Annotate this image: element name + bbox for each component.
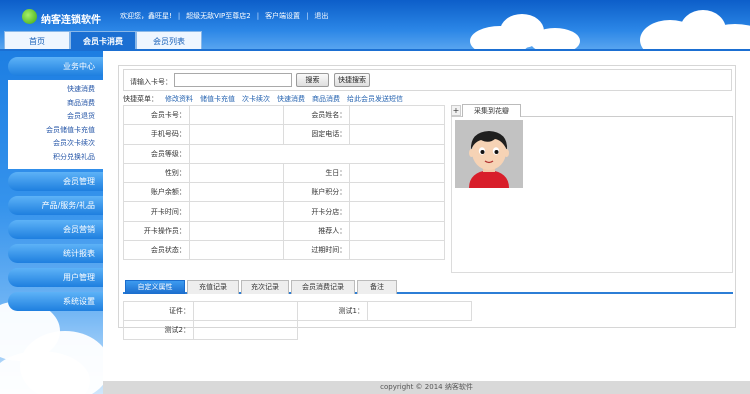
gender-value [188,162,285,184]
app-title: 纳客连锁软件 [41,15,101,26]
member-name-value [349,104,445,126]
card-no-label: 会员卡号： [123,104,190,126]
sidebar-item-member-return[interactable]: 会员退货 [8,110,103,124]
tab-recharge-records[interactable]: 充值记录 [187,280,239,294]
birthday-label: 生日： [283,162,351,184]
level-value [188,143,446,164]
logo-icon [22,9,37,24]
quick-link-stored-recharge[interactable]: 储值卡充值 [200,95,235,103]
logout-link[interactable]: 退出 [314,12,328,20]
tab-member-list[interactable]: 会员列表 [136,31,202,50]
top-info-bar: 欢迎您，鑫旺星! | 超级无敌VIP至尊店2 | 客户端设置 | 退出 [120,11,334,21]
tab-card-consume[interactable]: 会员卡消费 [70,31,136,50]
separator: | [306,12,309,20]
quick-link-edit-profile[interactable]: 修改资料 [165,95,193,103]
business-submenu: 快速消费 商品消费 会员退货 会员储值卡充值 会员次卡续次 积分兑换礼品 [8,80,103,169]
test2-label: 测试2： [123,320,194,340]
tab-times-records[interactable]: 充次记录 [241,280,289,294]
phone-value [188,124,285,145]
test1-label: 测试1： [297,301,368,321]
member-panel: 请输入卡号： 搜索 快捷搜索 快捷菜单： 修改资料 储值卡充值 次卡续次 快速消费 商品消… [118,65,736,340]
search-bar: 请输入卡号： 搜索 快捷搜索 [123,69,732,91]
operator-value [188,220,285,242]
referrer-value [349,220,445,242]
sidebar-user-management[interactable]: 用户管理 [8,268,103,287]
member-name-label: 会员姓名： [283,104,351,126]
cloud-decoration [530,28,580,50]
quick-search-button[interactable]: 快捷搜索 [334,73,370,87]
sidebar-business-center[interactable]: 业务中心 [8,57,103,76]
test2-value [193,320,298,340]
test1-value [367,301,472,321]
operator-label: 开卡操作员： [123,220,190,242]
tab-remarks[interactable]: 备注 [357,280,397,294]
sidebar-item-goods-consume[interactable]: 商品消费 [8,97,103,111]
tab-home[interactable]: 首页 [4,31,70,50]
sidebar-system-settings[interactable]: 系统设置 [8,292,103,311]
search-button[interactable]: 搜索 [296,73,329,87]
tab-custom-attributes[interactable]: 自定义属性 [125,280,185,294]
photo-tab[interactable]: 采集到花瓣 [462,104,521,117]
sidebar: 业务中心 快速消费 商品消费 会员退货 会员储值卡充值 会员次卡续次 积分兑换礼… [0,51,103,394]
header: 纳客连锁软件 欢迎您，鑫旺星! | 超级无敌VIP至尊店2 | 客户端设置 | 退出 首页 … [0,0,750,50]
quick-menu: 快捷菜单： 修改资料 储值卡充值 次卡续次 快速消费 商品消费 给此会员发送短信 [123,94,403,104]
referrer-label: 推荐人： [283,220,351,242]
sidebar-item-points-exchange[interactable]: 积分兑换礼品 [8,151,103,165]
add-tab-button[interactable]: + [451,105,461,116]
quick-link-goods-consume[interactable]: 商品消费 [312,95,340,103]
sidebar-products-services[interactable]: 产品/服务/礼品 [8,196,103,215]
quick-link-send-sms[interactable]: 给此会员发送短信 [347,95,403,103]
points-value [349,182,445,203]
open-store-label: 开卡分店： [283,201,351,222]
avatar [455,120,523,188]
sidebar-member-marketing[interactable]: 会员营销 [8,220,103,239]
card-number-label: 请输入卡号： [130,78,172,86]
card-no-value [188,104,285,126]
gender-label: 性别： [123,162,190,184]
balance-label: 账户余额： [123,182,190,203]
custom-attributes-table: 证件： 测试1： 测试2： [123,301,472,340]
sidebar-member-management[interactable]: 会员管理 [8,172,103,191]
quick-menu-label: 快捷菜单： [123,95,158,103]
points-label: 账户积分： [283,182,351,203]
photo-box [451,117,733,273]
footer: copyright © 2014 纳客软件 [103,381,750,394]
tel-value [349,124,445,145]
main-content: 请输入卡号： 搜索 快捷搜索 快捷菜单： 修改资料 储值卡充值 次卡续次 快速消费 商品消… [103,51,750,382]
separator: | [177,12,181,20]
quick-link-times-renew[interactable]: 次卡续次 [242,95,270,103]
birthday-value [349,162,445,184]
sidebar-item-times-card-renew[interactable]: 会员次卡续次 [8,137,103,151]
open-store-value [349,201,445,222]
expire-label: 过期时间： [283,240,351,261]
certificate-value [193,301,298,321]
open-time-value [188,201,285,222]
bottom-tabs: 自定义属性 充值记录 充次记录 会员消费记录 备注 [123,280,733,294]
tel-label: 固定电话： [283,124,351,145]
card-number-input[interactable] [174,73,292,87]
expire-value [349,240,445,261]
main-tabs: 首页 会员卡消费 会员列表 [4,31,202,50]
separator: | [256,12,260,20]
level-label: 会员等级： [123,143,190,164]
status-label: 会员状态： [123,240,190,261]
phone-label: 手机号码： [123,124,190,145]
welcome-text: 欢迎您，鑫旺星! [120,12,172,20]
sidebar-statistics[interactable]: 统计报表 [8,244,103,263]
photo-tab-strip: + 采集到花瓣 [451,104,733,117]
avatar-image [455,120,523,188]
quick-link-quick-consume[interactable]: 快速消费 [277,95,305,103]
vip-link[interactable]: 超级无敌VIP至尊店2 [186,12,251,20]
customer-settings-link[interactable]: 客户端设置 [265,12,300,20]
certificate-label: 证件： [123,301,194,321]
sidebar-item-stored-card-recharge[interactable]: 会员储值卡充值 [8,124,103,138]
status-value [188,240,285,261]
sidebar-item-quick-consume[interactable]: 快速消费 [8,83,103,97]
balance-value [188,182,285,203]
member-info-table: 会员卡号： 会员姓名： 手机号码： 固定电话： 会员等级： 性别： 生日： 账户… [123,104,446,261]
open-time-label: 开卡时间： [123,201,190,222]
tab-consume-records[interactable]: 会员消费记录 [291,280,355,294]
